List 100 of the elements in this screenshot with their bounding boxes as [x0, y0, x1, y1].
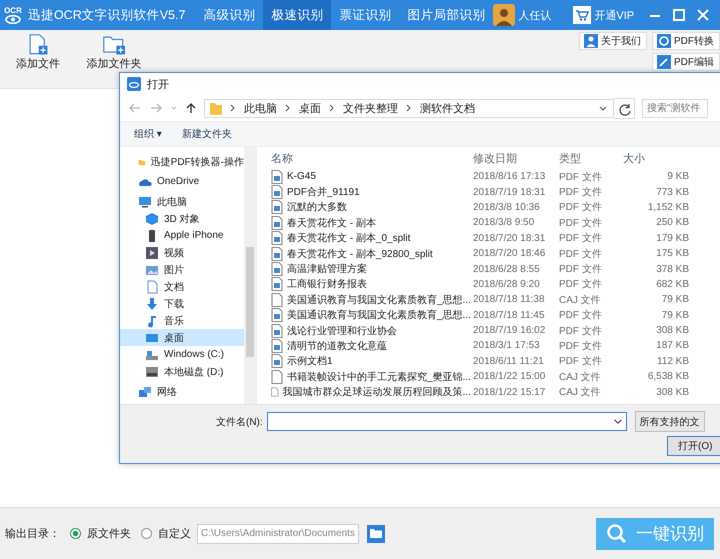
file-name[interactable]: 春天赏花作文 - 副本_0_split: [271, 231, 471, 246]
file-date: 2018/7/20 18:31: [472, 232, 546, 244]
up-icon[interactable]: [185, 102, 197, 114]
file-type: PDF 文件: [559, 200, 603, 214]
breadcrumb[interactable]: 此电脑: [244, 100, 277, 116]
column-header[interactable]: 大小: [623, 150, 689, 166]
breadcrumb[interactable]: 文件夹整理: [343, 100, 398, 116]
file-size: 378 KB: [655, 264, 689, 275]
column-header[interactable]: 修改日期: [471, 150, 559, 166]
nav-tab[interactable]: 极速识别: [263, 0, 332, 30]
breadcrumb[interactable]: 桌面: [299, 100, 321, 116]
pdf-file-icon: [271, 246, 283, 261]
nav-item[interactable]: 3D 对象: [120, 210, 244, 227]
file-name[interactable]: K-G45: [271, 170, 471, 184]
file-size: 308 KB: [655, 325, 689, 336]
nav-item[interactable]: 此电脑: [120, 193, 244, 210]
cube-icon: [145, 212, 159, 226]
nav-item[interactable]: 桌面: [120, 329, 244, 346]
back-icon[interactable]: [128, 102, 142, 114]
file-name[interactable]: 沉默的大多数: [271, 200, 471, 214]
refresh-icon[interactable]: [614, 98, 635, 118]
scrollbar[interactable]: [244, 147, 256, 404]
file-name[interactable]: 美国通识教育与我国文化素质教育_思想...: [271, 292, 471, 307]
pdf-file-icon: [271, 170, 283, 184]
nav-tab[interactable]: 票证识别: [331, 0, 400, 30]
forward-icon[interactable]: [149, 102, 163, 114]
nav-item[interactable]: 音乐: [120, 312, 244, 329]
dropdown-icon: [614, 419, 622, 424]
nav-item[interactable]: 网络: [120, 383, 244, 400]
file-name[interactable]: 示例文档1: [271, 354, 471, 368]
file-type: PDF 文件: [559, 232, 603, 246]
file-name[interactable]: 清明节的道教文化意蕴: [271, 338, 471, 353]
toolbar-button[interactable]: 添加文件: [0, 30, 76, 70]
file-date: 2018/7/20 18:46: [472, 248, 546, 260]
close-icon[interactable]: [696, 8, 710, 22]
file-name[interactable]: 书籍装帧设计中的手工元素探究_樊亚锦...: [271, 370, 471, 384]
maximize-icon[interactable]: [672, 8, 686, 22]
blank-file-icon: [271, 292, 283, 307]
nav-item[interactable]: OneDrive: [120, 173, 244, 190]
pdf-file-icon: [271, 277, 283, 292]
browse-button[interactable]: [366, 524, 385, 542]
file-type: PDF 文件: [559, 354, 603, 368]
folder-icon: [210, 101, 222, 115]
toolbar-button[interactable]: 添加文件夹: [76, 30, 152, 70]
nav-item[interactable]: 下载: [120, 295, 244, 312]
pdf-file-icon: [271, 200, 283, 214]
nav-item[interactable]: Windows (C:): [120, 346, 244, 363]
command-button[interactable]: 组织 ▾: [134, 127, 162, 141]
file-name[interactable]: 高温津贴管理方案: [271, 262, 471, 276]
file-type: PDF 文件: [559, 324, 603, 338]
side-button[interactable]: PDF编辑: [652, 53, 720, 71]
file-date: 2018/3/8 10:36: [472, 202, 541, 213]
file-date: 2018/3/8 9:50: [472, 217, 536, 228]
file-name[interactable]: 工商银行财务报表: [271, 277, 471, 292]
open-button[interactable]: 打开(O): [667, 436, 720, 456]
file-type: PDF 文件: [559, 262, 603, 276]
user-name[interactable]: 人任认: [518, 8, 552, 22]
file-size: 308 KB: [655, 386, 689, 398]
file-name[interactable]: 美国通识教育与我国文化素质教育_思想...: [271, 308, 471, 322]
chevron-icon: [329, 104, 335, 112]
nav-item[interactable]: 迅捷PDF转换器-操作: [120, 153, 244, 170]
path-field[interactable]: C:\Users\Administrator\Documents: [197, 524, 359, 544]
command-button[interactable]: 新建文件夹: [182, 127, 232, 141]
file-type: CAJ 文件: [559, 370, 602, 384]
address-bar[interactable]: 此电脑 桌面 文件夹整理 测软件文档: [204, 98, 614, 118]
nav-item[interactable]: 视频: [120, 244, 244, 261]
file-name[interactable]: 春天赏花作文 - 副本: [271, 216, 471, 230]
vip-button[interactable]: 开通VIP: [573, 6, 634, 24]
filename-field[interactable]: [266, 412, 627, 431]
file-name[interactable]: 浅论行业管理和行业协会: [271, 324, 471, 338]
file-type: PDF 文件: [559, 248, 603, 261]
filetype-dropdown[interactable]: 所有支持的文: [634, 411, 705, 432]
nav-item[interactable]: 文档: [120, 278, 244, 295]
side-button[interactable]: PDF转换: [652, 32, 720, 50]
nav-tab[interactable]: 高级识别: [195, 0, 264, 30]
file-size: 9 KB: [666, 171, 689, 182]
nav-item[interactable]: 本地磁盘 (D:): [120, 363, 244, 380]
output-radio[interactable]: 自定义: [141, 526, 191, 541]
nav-item[interactable]: Apple iPhone: [120, 227, 244, 244]
side-button[interactable]: 关于我们: [579, 32, 647, 50]
file-date: 2018/7/18 11:45: [472, 310, 546, 321]
file-size: 175 KB: [655, 248, 689, 260]
file-size: 187 KB: [655, 340, 689, 352]
file-size: 6,538 KB: [646, 371, 689, 382]
file-name[interactable]: PDF合并_91191: [271, 185, 471, 200]
nav-item[interactable]: 图片: [120, 261, 244, 278]
network-icon: [138, 384, 152, 398]
file-name[interactable]: 春天赏花作文 - 副本_92800_split: [271, 246, 471, 261]
avatar-icon[interactable]: [493, 4, 516, 26]
column-header[interactable]: 名称: [271, 150, 471, 166]
column-header[interactable]: 类型: [559, 150, 623, 166]
pdf-file-icon: [271, 354, 283, 368]
breadcrumb[interactable]: 测软件文档: [420, 100, 475, 116]
file-date: 2018/7/19 16:02: [472, 325, 546, 336]
doc-icon: [145, 280, 159, 294]
output-radio[interactable]: 原文件夹: [70, 526, 131, 541]
search-field[interactable]: 搜索"测软件: [642, 98, 708, 118]
file-name[interactable]: 我国城市群众足球运动发展历程回顾及策...: [271, 385, 471, 400]
pdf-file-icon: [271, 231, 283, 246]
nav-tab[interactable]: 图片局部识别: [399, 0, 494, 30]
